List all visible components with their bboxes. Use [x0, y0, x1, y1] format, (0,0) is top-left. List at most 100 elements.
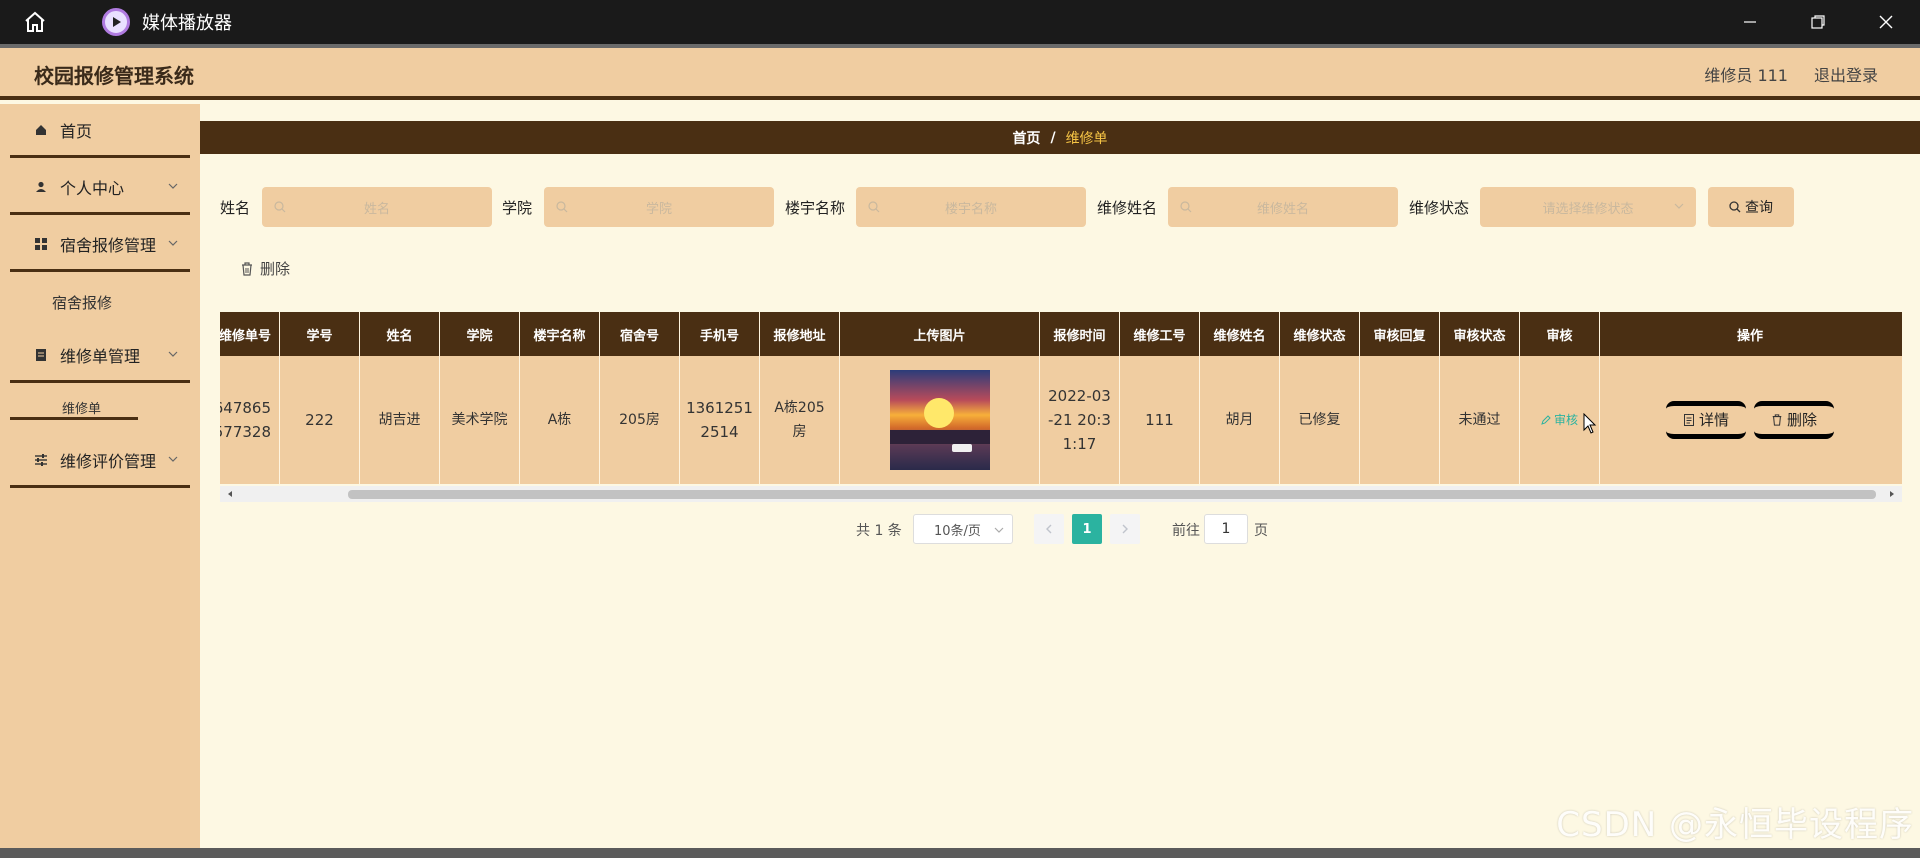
sidebar-item-label: 个人中心	[60, 178, 125, 198]
cell-report-time: 2022-03 -21 20:3 1:17	[1040, 356, 1120, 484]
edit-icon	[1541, 415, 1551, 425]
cell-audit-reply	[1360, 356, 1440, 484]
repair-status-select[interactable]: 请选择维修状态	[1480, 187, 1696, 227]
table-row: 1647865 1577328 222 胡吉进 美术学院 A栋 205房 136…	[220, 356, 1902, 484]
query-button-label: 查询	[1745, 200, 1773, 216]
close-button[interactable]	[1852, 0, 1920, 44]
watermark: CSDN @永恒毕设程序	[1556, 805, 1914, 845]
app-header: 校园报修管理系统 维修员 111 退出登录	[0, 48, 1920, 100]
cell-dorm: 205房	[600, 356, 680, 484]
sidebar-item-dorm-repair-management[interactable]: 宿舍报修管理	[10, 218, 190, 272]
col-order-no: 维修单号	[220, 312, 280, 356]
photo-shore	[889, 430, 990, 444]
scroll-left-icon[interactable]	[226, 490, 234, 498]
mouse-cursor-icon	[1583, 413, 1597, 434]
batch-delete-button[interactable]: 删除	[240, 258, 290, 279]
next-page-button[interactable]	[1110, 514, 1140, 544]
col-college: 学院	[440, 312, 520, 356]
table-header: 维修单号 学号 姓名 学院 楼宇名称 宿舍号 手机号 报修地址 上传图片 报修时…	[220, 312, 1902, 356]
sidebar-item-personal-center[interactable]: 个人中心	[10, 161, 190, 215]
search-label-college: 学院	[502, 199, 533, 217]
sidebar: 首页 个人中心 宿舍报修管理 宿舍报修 维修单管理 维修单 维修评价管理	[0, 104, 200, 858]
worker-name-search-input[interactable]: 维修姓名	[1168, 187, 1398, 227]
placeholder: 维修姓名	[1256, 201, 1309, 217]
chevron-down-icon	[1674, 203, 1684, 209]
home-icon	[34, 123, 48, 137]
sidebar-item-label: 宿舍报修管理	[60, 235, 157, 255]
breadcrumb-current: 维修单	[1065, 130, 1108, 147]
page-size-select[interactable]: 10条/页	[913, 514, 1013, 544]
restore-button[interactable]	[1784, 0, 1852, 44]
chevron-down-icon	[168, 456, 178, 462]
chevron-down-icon	[168, 351, 178, 357]
window-titlebar: 媒体播放器	[0, 0, 1920, 44]
audit-link[interactable]: 审核	[1541, 408, 1578, 432]
cell-worker-name: 胡月	[1200, 356, 1280, 484]
system-title: 校园报修管理系统	[34, 64, 194, 88]
window-title: 媒体播放器	[142, 13, 232, 34]
building-search-input[interactable]: 楼宇名称	[856, 187, 1086, 227]
col-report-time: 报修时间	[1040, 312, 1120, 356]
col-actions: 操作	[1736, 328, 1763, 344]
breadcrumb-home[interactable]: 首页	[1012, 128, 1040, 148]
query-button[interactable]: 查询	[1708, 187, 1794, 227]
page-number-current[interactable]: 1	[1072, 514, 1102, 544]
col-audit-reply: 审核回复	[1360, 312, 1440, 356]
grid-icon	[34, 237, 48, 251]
detail-button-label: 详情	[1698, 411, 1729, 429]
scroll-right-icon[interactable]	[1888, 490, 1896, 498]
cell-phone: 1361251 2514	[680, 356, 760, 484]
sidebar-subitem-dorm-repair[interactable]: 宿舍报修	[52, 292, 112, 313]
cell-address: A栋205 房	[760, 356, 840, 484]
photo-sun	[923, 398, 954, 428]
logout-link[interactable]: 退出登录	[1814, 62, 1878, 86]
col-address: 报修地址	[760, 312, 840, 356]
home-icon[interactable]	[20, 7, 50, 37]
col-dorm: 宿舍号	[600, 312, 680, 356]
col-repair-status: 维修状态	[1280, 312, 1360, 356]
cell-worker-no: 111	[1120, 356, 1200, 484]
horizontal-scrollbar[interactable]	[220, 486, 1902, 502]
chevron-down-icon	[994, 527, 1004, 533]
search-label-repair-status: 维修状态	[1409, 199, 1470, 217]
prev-page-button[interactable]	[1034, 514, 1064, 544]
name-search-input[interactable]: 姓名	[262, 187, 492, 227]
scrollbar-thumb[interactable]	[348, 490, 1876, 499]
sliders-icon	[34, 453, 48, 467]
cell-actions: 详情 删除	[1600, 356, 1900, 484]
search-label-building: 楼宇名称	[785, 199, 846, 217]
cell-student-no: 222	[280, 356, 360, 484]
pagination-total: 共 1 条	[856, 523, 902, 539]
search-icon	[1729, 201, 1741, 213]
detail-button[interactable]: 详情	[1666, 401, 1746, 439]
repair-photo[interactable]	[889, 370, 990, 470]
sidebar-item-repair-order-management[interactable]: 维修单管理	[10, 329, 190, 383]
col-audit: 审核	[1520, 312, 1600, 356]
media-player-icon	[102, 8, 130, 36]
photo-boat	[951, 444, 972, 452]
col-student-no: 学号	[280, 312, 360, 356]
main-content: 首页 / 维修单 姓名 姓名 学院 学院 楼宇名称 楼宇名称 维修姓名 维修姓名…	[200, 108, 1920, 848]
goto-page-input[interactable]: 1	[1204, 514, 1248, 544]
cell-repair-status: 已修复	[1280, 356, 1360, 484]
sidebar-subitem-repair-order[interactable]: 维修单	[10, 384, 138, 420]
sidebar-item-label: 首页	[60, 121, 93, 141]
breadcrumb: 首页 / 维修单	[200, 121, 1920, 154]
col-name: 姓名	[360, 312, 440, 356]
col-worker-name: 维修姓名	[1200, 312, 1280, 356]
col-audit-status: 审核状态	[1440, 312, 1520, 356]
sidebar-item-repair-evaluation-management[interactable]: 维修评价管理	[10, 434, 190, 488]
batch-delete-label: 删除	[260, 260, 291, 278]
pagination: 共 1 条 10条/页 1 前往 1 页	[200, 514, 1920, 544]
sidebar-item-home[interactable]: 首页	[10, 104, 190, 158]
minimize-button[interactable]	[1716, 0, 1784, 44]
repair-order-table: 维修单号 学号 姓名 学院 楼宇名称 宿舍号 手机号 报修地址 上传图片 报修时…	[220, 312, 1902, 506]
row-delete-button[interactable]: 删除	[1754, 401, 1834, 439]
user-icon	[34, 180, 48, 194]
current-user: 维修员 111	[1704, 66, 1788, 85]
cell-name: 胡吉进	[360, 356, 440, 484]
chevron-down-icon	[168, 183, 178, 189]
college-search-input[interactable]: 学院	[544, 187, 774, 227]
col-image: 上传图片	[840, 312, 1040, 356]
page-suffix: 页	[1254, 523, 1268, 539]
